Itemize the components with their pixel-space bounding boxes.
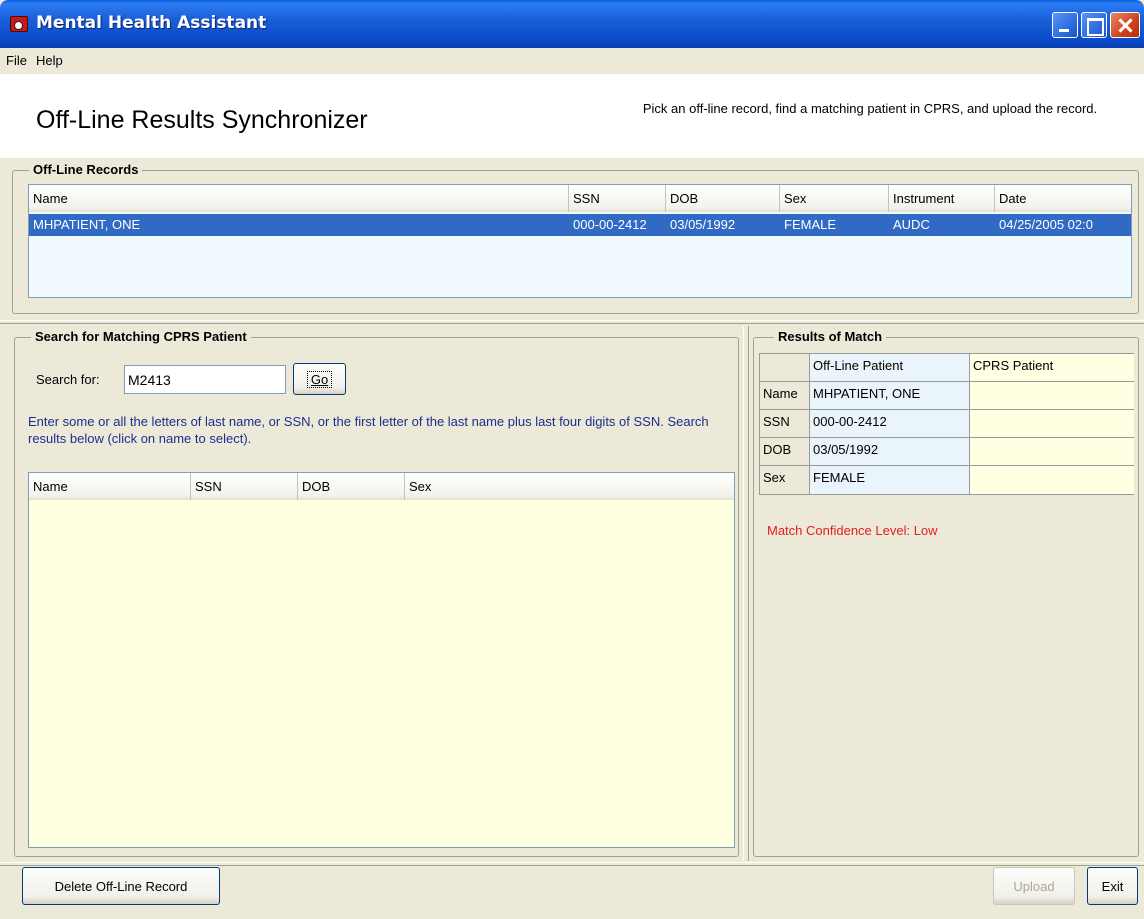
grid-corner [760,354,810,382]
match-confidence-text: Match Confidence Level: Low [767,523,938,538]
delete-offline-record-button[interactable]: Delete Off-Line Record [22,867,220,905]
search-legend: Search for Matching CPRS Patient [31,329,251,344]
search-results-header: Name SSN DOB Sex [29,473,734,500]
column-header-ssn[interactable]: SSN [191,473,298,500]
column-header-sex[interactable]: Sex [780,185,889,212]
header-panel: Off-Line Results Synchronizer Pick an of… [0,74,1144,158]
match-legend: Results of Match [774,329,887,344]
horizontal-splitter[interactable] [0,320,1144,324]
column-header-ssn[interactable]: SSN [569,185,666,212]
grid-cprs-name [970,382,1134,410]
grid-cprs-sex [970,466,1134,494]
delete-offline-record-label: Delete Off-Line Record [54,879,188,894]
row-ssn: 000-00-2412 [573,217,647,232]
column-header-sex[interactable]: Sex [405,473,734,500]
grid-label-sex: Sex [760,466,810,494]
row-sex: FEMALE [784,217,837,232]
minimize-icon[interactable] [1052,12,1078,38]
menu-file[interactable]: File [6,53,27,68]
column-header-instrument[interactable]: Instrument [889,185,995,212]
column-header-dob[interactable]: DOB [298,473,405,500]
window-title: Mental Health Assistant [36,13,267,33]
row-name: MHPATIENT, ONE [33,217,141,232]
grid-label-dob: DOB [760,438,810,466]
grid-label-ssn: SSN [760,410,810,438]
exit-button[interactable]: Exit [1087,867,1138,905]
vertical-splitter[interactable] [743,326,749,861]
grid-offline-ssn: 000-00-2412 [810,410,970,438]
column-header-dob[interactable]: DOB [666,185,780,212]
title-bar: Mental Health Assistant [0,0,1144,48]
grid-offline-name: MHPATIENT, ONE [810,382,970,410]
search-results-list[interactable]: Name SSN DOB Sex [28,472,735,848]
row-dob: 03/05/1992 [670,217,736,232]
menu-help[interactable]: Help [36,53,63,68]
go-button-label: Go [306,371,333,388]
grid-header-cprs: CPRS Patient [970,354,1134,382]
column-header-date[interactable]: Date [995,185,1131,212]
grid-cprs-dob [970,438,1134,466]
search-label: Search for: [36,372,100,387]
grid-offline-sex: FEMALE [810,466,970,494]
go-button[interactable]: Go [293,363,346,395]
grid-offline-dob: 03/05/1992 [810,438,970,466]
search-hint: Enter some or all the letters of last na… [28,414,709,446]
offline-records-legend: Off-Line Records [29,162,143,177]
search-input[interactable] [124,365,286,394]
upload-label: Upload [1013,879,1055,894]
footer-separator [0,862,1144,866]
instructions-text: Pick an off-line record, find a matching… [642,101,1098,116]
grid-label-name: Name [760,382,810,410]
offline-records-list[interactable]: Name SSN DOB Sex Instrument Date MHPATIE… [28,184,1132,298]
offline-record-row[interactable]: MHPATIENT, ONE 000-00-2412 03/05/1992 FE… [29,214,1131,236]
exit-label: Exit [1101,879,1124,894]
close-icon[interactable] [1110,12,1140,38]
menu-bar: File Help [0,48,1144,74]
app-icon [10,16,28,32]
row-date: 04/25/2005 02:0 [999,217,1093,232]
offline-records-header: Name SSN DOB Sex Instrument Date [29,185,1131,212]
row-instrument: AUDC [893,217,930,232]
column-header-name[interactable]: Name [29,473,191,500]
column-header-name[interactable]: Name [29,185,569,212]
maximize-icon[interactable] [1081,12,1107,38]
upload-button[interactable]: Upload [993,867,1075,905]
match-grid: Off-Line Patient CPRS Patient Name MHPAT… [759,353,1134,495]
grid-cprs-ssn [970,410,1134,438]
grid-header-offline: Off-Line Patient [810,354,970,382]
page-title: Off-Line Results Synchronizer [36,106,368,134]
